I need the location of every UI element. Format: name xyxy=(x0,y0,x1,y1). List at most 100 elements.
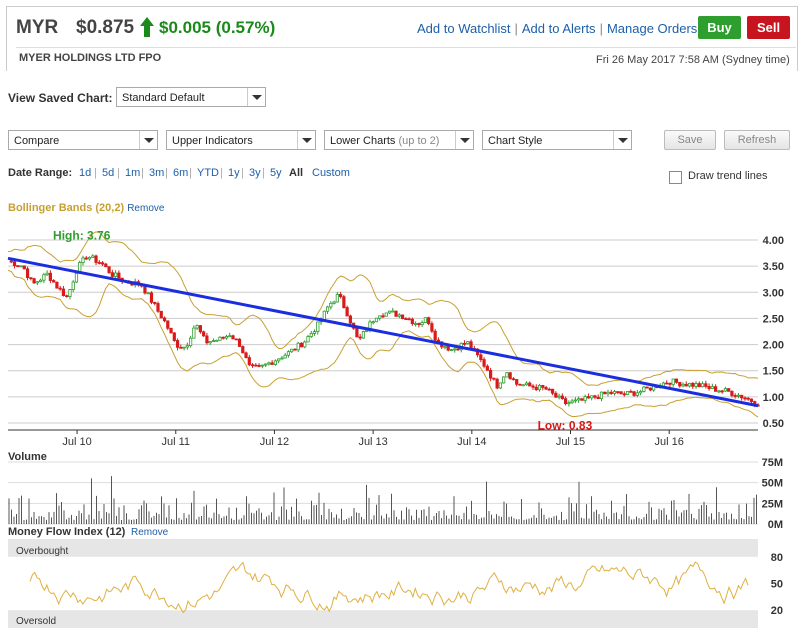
volume-title: Volume xyxy=(8,451,47,463)
candle-body xyxy=(107,266,111,274)
date-range-separator: | xyxy=(189,167,192,179)
oversold-label: Oversold xyxy=(16,616,56,627)
candle-body xyxy=(727,388,731,392)
candle-body xyxy=(567,402,571,405)
compare-select[interactable]: Compare xyxy=(8,130,158,150)
draw-trend-label: Draw trend lines xyxy=(688,170,768,182)
draw-trend-checkbox[interactable] xyxy=(669,171,682,184)
candle-body xyxy=(456,348,460,351)
candle-body xyxy=(544,387,548,390)
candle-body xyxy=(221,336,225,339)
candle-body xyxy=(616,391,620,393)
candle-body xyxy=(55,281,59,289)
buy-button[interactable]: Buy xyxy=(698,16,741,39)
y-tick-label: 3.00 xyxy=(763,287,784,299)
candle-body xyxy=(319,319,323,323)
date-range-all[interactable]: All xyxy=(289,167,303,179)
saved-chart-select[interactable]: Standard Default xyxy=(116,87,266,107)
date-range-1m[interactable]: 1m xyxy=(125,167,140,179)
price-change: $0.005 (0.57%) xyxy=(159,18,276,37)
candle-body xyxy=(339,293,343,298)
date-range-custom[interactable]: Custom xyxy=(312,167,350,179)
candle-body xyxy=(410,318,414,325)
bollinger-label: Bollinger Bands (20,2) Remove xyxy=(8,202,164,214)
candle-body xyxy=(414,323,418,325)
candle-body xyxy=(234,338,238,341)
candle-body xyxy=(260,364,264,367)
candle-body xyxy=(244,352,248,358)
candle-body xyxy=(472,348,476,350)
candle-body xyxy=(700,383,705,388)
candle-body xyxy=(237,338,242,347)
candle-body xyxy=(599,391,604,400)
candle-body xyxy=(511,378,516,381)
chart-style-select[interactable]: Chart Style xyxy=(482,130,632,150)
date-range-separator: | xyxy=(262,167,265,179)
date-range-separator: | xyxy=(117,167,120,179)
candle-body xyxy=(586,396,591,399)
candle-body xyxy=(355,327,359,338)
date-range-3m[interactable]: 3m xyxy=(149,167,164,179)
candle-body xyxy=(400,314,405,319)
remove-mfi-link[interactable]: Remove xyxy=(131,527,169,538)
candle-body xyxy=(114,272,118,277)
mfi-line xyxy=(29,561,749,614)
candle-body xyxy=(436,339,441,343)
y-tick-label: 1.00 xyxy=(763,392,784,404)
refresh-button[interactable]: Refresh xyxy=(724,130,790,150)
candle-body xyxy=(130,282,134,286)
candle-body xyxy=(218,336,222,341)
candle-body xyxy=(277,358,281,362)
candle-body xyxy=(123,280,127,283)
candle-body xyxy=(430,323,434,332)
candle-body xyxy=(740,394,744,399)
candle-body xyxy=(524,382,529,386)
lower-charts-select[interactable]: Lower Charts (up to 2) xyxy=(324,130,474,150)
upper-indicators-select[interactable]: Upper Indicators xyxy=(166,130,316,150)
volume-panel: Volume 75M 50M 25M 0M xyxy=(8,451,783,531)
candle-body xyxy=(684,383,688,387)
candle-body xyxy=(322,310,326,321)
bollinger-lower xyxy=(7,269,759,418)
candle-body xyxy=(645,386,649,389)
date-range-5y[interactable]: 5y xyxy=(270,167,282,179)
candle-body xyxy=(756,404,760,407)
add-to-watchlist-link[interactable]: Add to Watchlist xyxy=(417,21,510,36)
candle-body xyxy=(466,341,470,344)
add-to-alerts-link[interactable]: Add to Alerts xyxy=(522,21,596,36)
candle-body xyxy=(348,315,352,324)
date-range-ytd[interactable]: YTD xyxy=(197,167,219,179)
date-range-6m[interactable]: 6m xyxy=(173,167,188,179)
y-tick-label: 4.00 xyxy=(763,235,784,247)
chevron-down-icon xyxy=(139,131,157,149)
date-range-3y[interactable]: 3y xyxy=(249,167,261,179)
candle-body xyxy=(215,339,219,342)
x-tick-label: Jul 12 xyxy=(260,436,289,448)
company-name: MYER HOLDINGS LTD FPO xyxy=(19,52,162,64)
save-button[interactable]: Save xyxy=(664,130,716,150)
manage-orders-link[interactable]: Manage Orders xyxy=(607,21,697,36)
candle-body xyxy=(299,342,304,348)
date-range-separator: | xyxy=(241,167,244,179)
candle-body xyxy=(541,384,545,388)
candle-body xyxy=(342,296,346,308)
date-range-1d[interactable]: 1d xyxy=(79,167,91,179)
date-range-separator: | xyxy=(165,167,168,179)
candle-body xyxy=(293,348,297,351)
date-range-1y[interactable]: 1y xyxy=(228,167,240,179)
sell-button[interactable]: Sell xyxy=(747,16,790,39)
candle-body xyxy=(697,383,701,388)
date-range-5d[interactable]: 5d xyxy=(102,167,114,179)
candle-body xyxy=(84,257,88,260)
candle-body xyxy=(498,382,502,389)
x-tick-label: Jul 13 xyxy=(358,436,387,448)
candle-body xyxy=(309,333,313,337)
remove-bollinger-link[interactable]: Remove xyxy=(127,203,164,214)
x-tick-label: Jul 14 xyxy=(457,436,486,448)
price-candles xyxy=(9,254,760,408)
candle-body xyxy=(35,281,39,284)
candle-body xyxy=(179,346,183,349)
candle-body xyxy=(91,255,95,258)
candle-body xyxy=(202,331,206,337)
candle-body xyxy=(32,278,36,284)
